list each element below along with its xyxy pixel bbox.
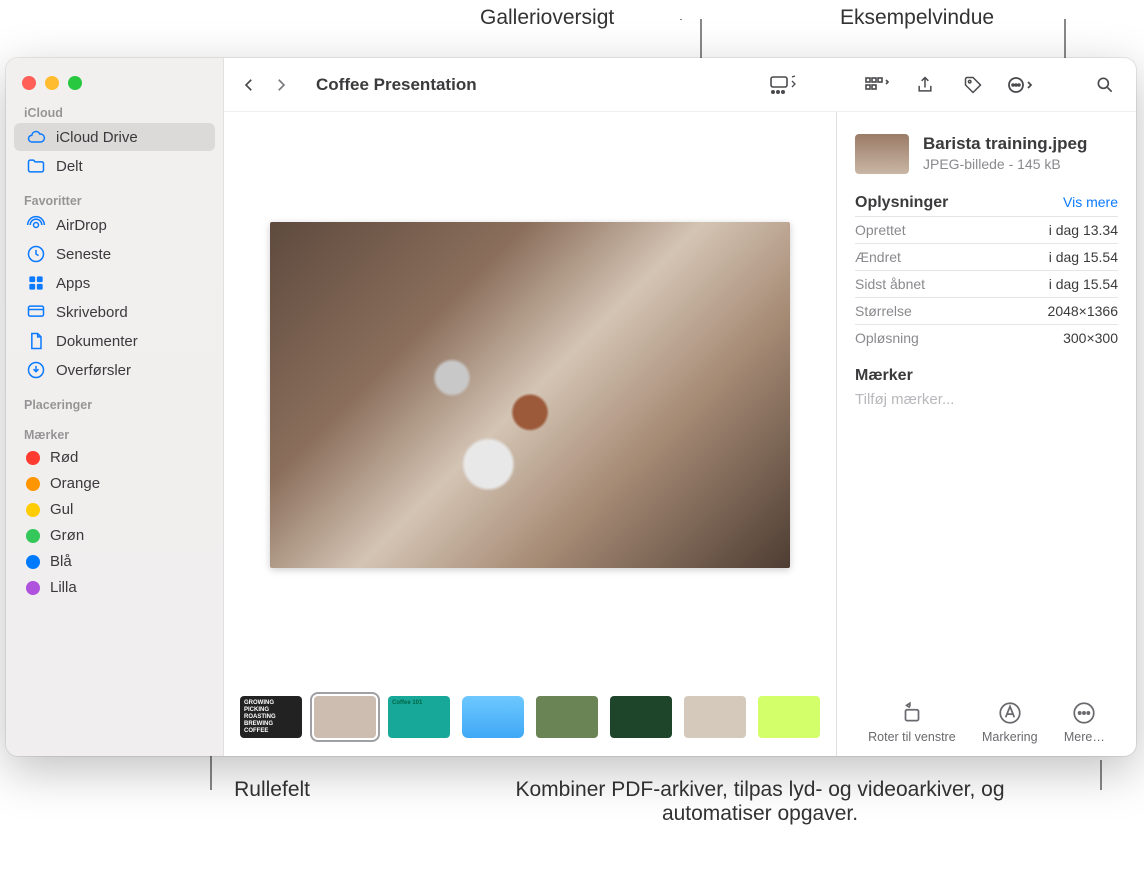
finder-window: iCloud iCloud Drive Delt Favoritter AirD… (6, 58, 1136, 756)
section-maerker: Mærker (6, 424, 223, 444)
sidebar-tag-lilla[interactable]: Lilla (14, 575, 215, 600)
forward-button[interactable] (266, 70, 296, 100)
thumbnail-5[interactable] (610, 696, 672, 738)
clock-icon (26, 244, 46, 264)
callout-gallery: Gallerioversigt (480, 6, 680, 30)
sidebar-item-documents[interactable]: Dokumenter (14, 327, 215, 355)
zoom-button[interactable] (68, 76, 82, 90)
show-more-link[interactable]: Vis mere (1063, 194, 1118, 210)
thumbnail-2[interactable]: Coffee 101 (388, 696, 450, 738)
download-icon (26, 360, 46, 380)
info-section-title: Oplysninger (855, 194, 948, 212)
thumbnail-6[interactable] (684, 696, 746, 738)
thumbnail-3[interactable] (462, 696, 524, 738)
document-icon (26, 331, 46, 351)
folder-shared-icon (26, 156, 46, 176)
section-favoritter: Favoritter (6, 190, 223, 210)
share-button[interactable] (910, 70, 940, 100)
search-button[interactable] (1090, 70, 1120, 100)
info-thumbnail (855, 134, 909, 174)
info-row: Ændreti dag 15.54 (855, 243, 1118, 270)
tag-dot-icon (26, 581, 40, 595)
tags-heading: Mærker (855, 367, 1118, 385)
markup-action[interactable]: Markering (982, 700, 1038, 744)
sidebar-item-icloud-drive[interactable]: iCloud Drive (14, 123, 215, 151)
sidebar-tag-orange[interactable]: Orange (14, 471, 215, 496)
apps-icon (26, 273, 46, 293)
info-panel: Barista training.jpeg JPEG-billede - 145… (836, 112, 1136, 756)
more-button[interactable] (1006, 70, 1036, 100)
desktop-icon (26, 302, 46, 322)
thumbnail-4[interactable] (536, 696, 598, 738)
callout-example: Eksempelvindue (840, 6, 1060, 30)
info-row: Størrelse2048×1366 (855, 297, 1118, 324)
section-icloud: iCloud (6, 102, 223, 122)
rotate-left-action[interactable]: Roter til venstre (868, 700, 956, 744)
tag-button[interactable] (958, 70, 988, 100)
callout-scroll: Rullefelt (150, 778, 310, 802)
group-button[interactable] (862, 70, 892, 100)
thumbnail-1[interactable] (314, 696, 376, 738)
callout-combine: Kombiner PDF-arkiver, tilpas lyd- og vid… (480, 778, 1040, 826)
sidebar-tag-grøn[interactable]: Grøn (14, 523, 215, 548)
sidebar: iCloud iCloud Drive Delt Favoritter AirD… (6, 58, 224, 756)
tags-input[interactable]: Tilføj mærker... (855, 391, 1118, 408)
back-button[interactable] (234, 70, 264, 100)
tag-dot-icon (26, 503, 40, 517)
sidebar-item-downloads[interactable]: Overførsler (14, 356, 215, 384)
tag-dot-icon (26, 477, 40, 491)
toolbar: Coffee Presentation (224, 58, 1136, 112)
tag-dot-icon (26, 451, 40, 465)
more-action[interactable]: Mere… (1064, 700, 1105, 744)
tag-dot-icon (26, 555, 40, 569)
airdrop-icon (26, 215, 46, 235)
cloud-icon (26, 127, 46, 147)
thumbnail-strip: GROWING PICKING ROASTING BREWING COFFEE C… (232, 696, 828, 746)
sidebar-tag-blå[interactable]: Blå (14, 549, 215, 574)
sidebar-tag-gul[interactable]: Gul (14, 497, 215, 522)
sidebar-item-desktop[interactable]: Skrivebord (14, 298, 215, 326)
thumbnail-0[interactable]: GROWING PICKING ROASTING BREWING COFFEE (240, 696, 302, 738)
sidebar-item-apps[interactable]: Apps (14, 269, 215, 297)
sidebar-item-recents[interactable]: Seneste (14, 240, 215, 268)
sidebar-tag-rød[interactable]: Rød (14, 445, 215, 470)
sidebar-item-shared[interactable]: Delt (14, 152, 215, 180)
gallery-view-button[interactable] (768, 70, 798, 100)
sidebar-item-airdrop[interactable]: AirDrop (14, 211, 215, 239)
info-filemeta: JPEG-billede - 145 kB (923, 156, 1087, 172)
minimize-button[interactable] (45, 76, 59, 90)
info-row: Opløsning300×300 (855, 324, 1118, 351)
window-controls (6, 70, 223, 102)
close-button[interactable] (22, 76, 36, 90)
info-row: Opretteti dag 13.34 (855, 216, 1118, 243)
main-preview-image[interactable] (270, 222, 790, 568)
thumbnail-7[interactable] (758, 696, 820, 738)
section-placeringer: Placeringer (6, 394, 223, 414)
tag-dot-icon (26, 529, 40, 543)
gallery-area: GROWING PICKING ROASTING BREWING COFFEE C… (224, 112, 836, 756)
info-row: Sidst åbneti dag 15.54 (855, 270, 1118, 297)
window-title: Coffee Presentation (316, 75, 477, 95)
info-filename: Barista training.jpeg (923, 134, 1087, 154)
main-area: Coffee Presentation GROWING PICKING ROAS… (224, 58, 1136, 756)
